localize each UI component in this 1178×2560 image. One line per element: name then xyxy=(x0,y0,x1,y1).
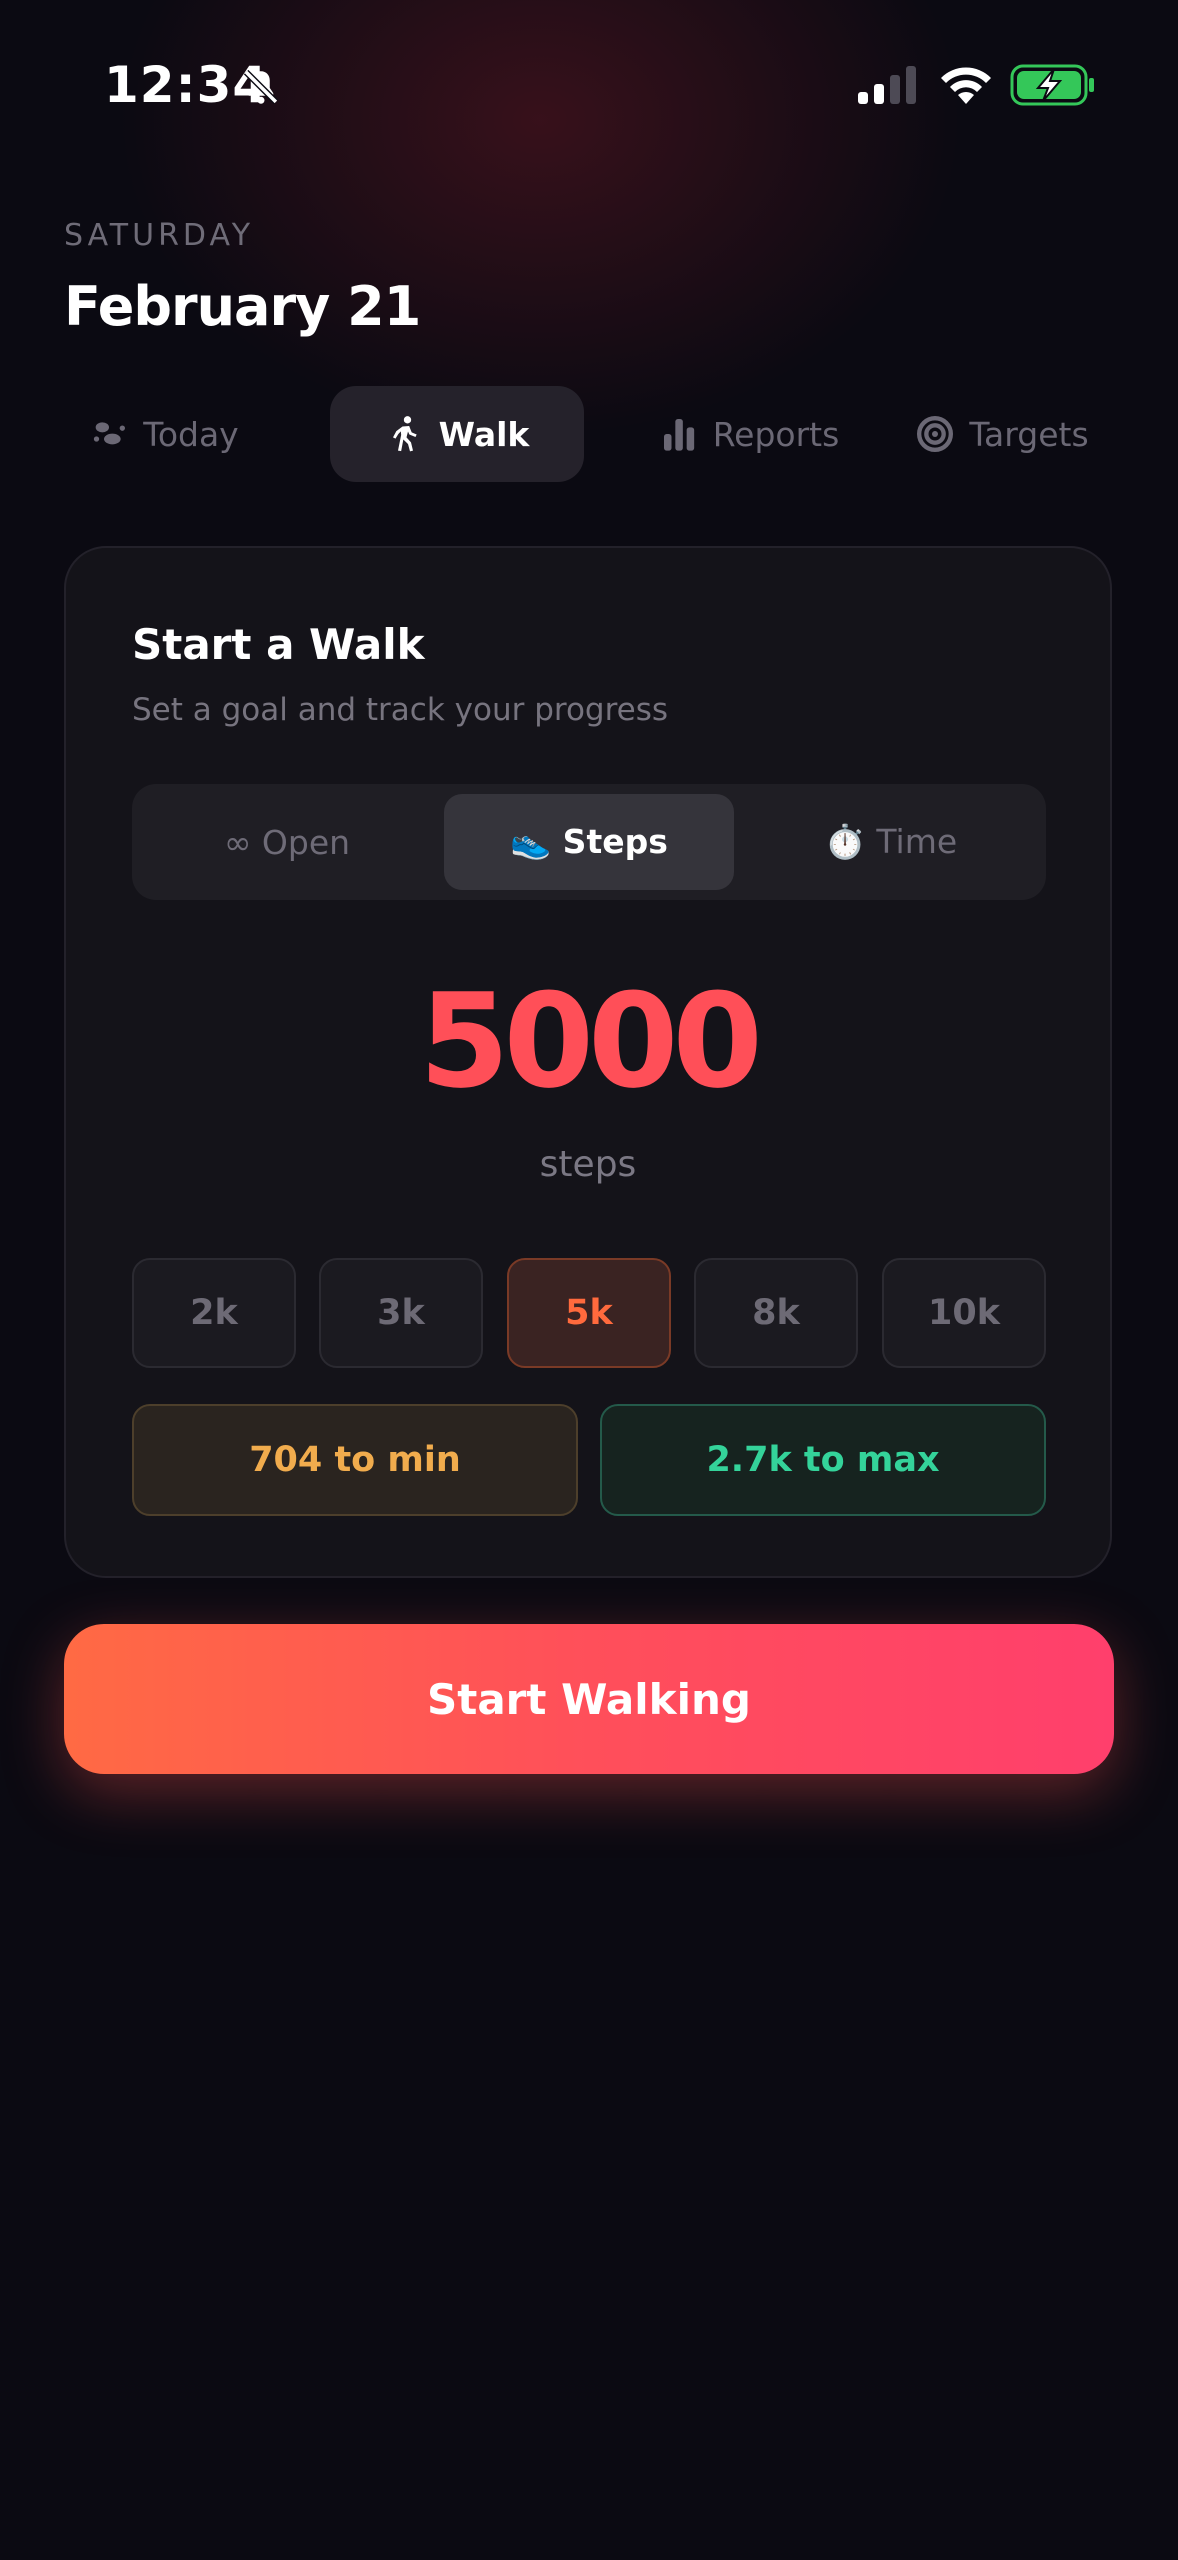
to-min-badge: 704 to min xyxy=(132,1404,578,1516)
tab-today[interactable]: Today xyxy=(64,386,264,482)
mode-time-button[interactable]: ⏱️ Time xyxy=(746,794,1036,890)
walking-person-icon xyxy=(392,416,417,452)
target-icon xyxy=(917,416,954,452)
preset-3k-button[interactable]: 3k xyxy=(319,1258,483,1368)
goal-value: 5000 xyxy=(419,965,763,1117)
bell-muted-icon xyxy=(243,69,279,105)
mode-steps-button[interactable]: 👟 Steps xyxy=(444,794,734,890)
preset-2k-button[interactable]: 2k xyxy=(132,1258,296,1368)
wifi-icon xyxy=(941,67,991,104)
preset-5k-button[interactable]: 5k xyxy=(507,1258,671,1368)
bar-chart-icon xyxy=(663,419,694,451)
tab-walk[interactable]: Walk xyxy=(330,386,584,482)
to-max-badge: 2.7k to max xyxy=(600,1404,1046,1516)
battery-charging-icon xyxy=(1010,64,1094,106)
card-title: Start a Walk xyxy=(132,620,425,669)
status-bar: 12:34 xyxy=(0,0,1178,170)
footprints-icon xyxy=(94,422,126,445)
tab-targets[interactable]: Targets xyxy=(890,386,1114,482)
goal-presets: 2k 3k 5k 8k 10k xyxy=(132,1258,1046,1370)
page-title-date: February 21 xyxy=(64,275,421,338)
date-header: SATURDAY February 21 xyxy=(64,218,421,338)
mode-open-button[interactable]: ∞ Open xyxy=(142,794,432,890)
card-subtitle: Set a goal and track your progress xyxy=(132,692,669,728)
tab-reports-label: Reports xyxy=(712,414,840,454)
nav-tabs: Today Walk Reports Targets xyxy=(64,386,1114,482)
preset-10k-button[interactable]: 10k xyxy=(882,1258,1046,1368)
goal-mode-selector: ∞ Open 👟 Steps ⏱️ Time xyxy=(132,784,1046,900)
tab-today-label: Today xyxy=(143,414,239,454)
tab-reports[interactable]: Reports xyxy=(624,386,874,482)
weekday-label: SATURDAY xyxy=(64,218,255,253)
start-walking-button[interactable]: Start Walking xyxy=(64,1624,1114,1774)
start-walk-card: Start a Walk Set a goal and track your p… xyxy=(64,546,1112,1578)
goal-unit: steps xyxy=(539,1144,637,1185)
tab-targets-label: Targets xyxy=(969,414,1089,454)
cellular-signal-icon xyxy=(858,66,916,104)
tab-walk-label: Walk xyxy=(438,414,530,454)
preset-8k-button[interactable]: 8k xyxy=(694,1258,858,1368)
